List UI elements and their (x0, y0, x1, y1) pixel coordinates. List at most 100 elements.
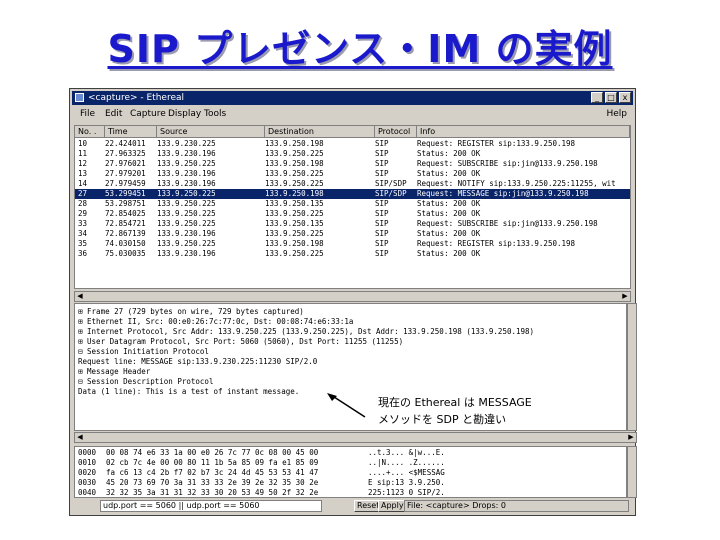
scroll-right-icon[interactable]: ▶ (626, 433, 636, 442)
scroll-right-icon[interactable]: ▶ (620, 292, 630, 301)
packet-row[interactable]: 36 75.030035 133.9.230.196 133.9.250.225 SIP… (75, 249, 630, 259)
menu-capture[interactable]: Capture (130, 106, 166, 122)
packet-cell-no: 27 (78, 189, 88, 198)
packet-cell-dst: 133.9.250.225 (265, 179, 324, 188)
hex-vscrollbar[interactable] (627, 446, 637, 498)
apply-button[interactable]: Apply (378, 500, 407, 512)
minimize-button[interactable]: _ (591, 92, 603, 103)
detail-tree-item[interactable]: Request line: MESSAGE sip:133.9.230.225:… (78, 357, 317, 367)
packet-list-scrollbar[interactable]: ◀ ▶ (74, 291, 631, 302)
packet-cell-proto: SIP (375, 229, 389, 238)
packet-cell-info: Request: REGISTER sip:133.9.250.198 (417, 239, 576, 248)
menu-tools[interactable]: Tools (204, 106, 226, 122)
packet-cell-src: 133.9.230.196 (157, 179, 216, 188)
packet-row[interactable]: 14 27.979459 133.9.230.196 133.9.250.225 SIP… (75, 179, 630, 189)
packet-cell-proto: SIP (375, 199, 389, 208)
detail-tree-item[interactable]: ⊞ Frame 27 (729 bytes on wire, 729 bytes… (78, 307, 304, 317)
packet-cell-src: 133.9.230.196 (157, 249, 216, 258)
packet-row[interactable]: 28 53.298751 133.9.250.225 133.9.250.135 SIP… (75, 199, 630, 209)
packet-cell-proto: SIP (375, 139, 389, 148)
packet-cell-src: 133.9.250.225 (157, 159, 216, 168)
status-text: File: <capture> Drops: 0 (404, 500, 629, 512)
menu-file[interactable]: File (80, 106, 95, 122)
packet-cell-src: 133.9.250.225 (157, 209, 216, 218)
packet-row[interactable]: 11 27.963325 133.9.230.196 133.9.250.225 SIP… (75, 149, 630, 159)
maximize-button[interactable]: □ (605, 92, 617, 103)
detail-tree-item[interactable]: ⊟ Session Description Protocol (78, 377, 213, 387)
detail-tree-item[interactable]: ⊞ User Datagram Protocol, Src Port: 5060… (78, 337, 403, 347)
packet-cell-time: 72.854025 (105, 209, 146, 218)
column-header-source[interactable]: Source (157, 126, 265, 138)
packet-cell-dst: 133.9.250.225 (265, 149, 324, 158)
detail-tree-item[interactable]: ⊟ Session Initiation Protocol (78, 347, 209, 357)
menu-edit[interactable]: Edit (105, 106, 122, 122)
detail-hscrollbar[interactable]: ◀ ▶ (74, 432, 637, 443)
packet-cell-info: Request: MESSAGE sip:jin@133.9.250.198 (417, 189, 589, 198)
app-icon (75, 93, 84, 102)
scroll-left-icon[interactable]: ◀ (75, 292, 85, 301)
packet-row[interactable]: 34 72.867139 133.9.230.196 133.9.250.225 SIP… (75, 229, 630, 239)
hex-dump-pane[interactable]: 0000 00 08 74 e6 33 1a 00 e0 26 7c 77 0c … (74, 446, 627, 498)
annotation-arrow-icon (327, 393, 366, 418)
hex-bytes: fa c6 13 c4 2b f7 02 b7 3c 24 4d 45 53 5… (106, 468, 319, 477)
packet-row[interactable]: 35 74.030150 133.9.250.225 133.9.250.198 SIP… (75, 239, 630, 249)
packet-cell-dst: 133.9.250.135 (265, 219, 324, 228)
packet-cell-time: 22.424011 (105, 139, 146, 148)
column-header-protocol[interactable]: Protocol (375, 126, 417, 138)
packet-row[interactable]: 12 27.976021 133.9.250.225 133.9.250.198 SIP… (75, 159, 630, 169)
packet-cell-src: 133.9.250.225 (157, 189, 216, 198)
packet-cell-dst: 133.9.250.198 (265, 189, 324, 198)
menu-bar: File Edit Capture Display Tools Help (72, 106, 633, 122)
packet-cell-time: 53.299451 (105, 189, 146, 198)
packet-row[interactable]: 29 72.854025 133.9.250.225 133.9.250.225 SIP… (75, 209, 630, 219)
packet-cell-info: Request: REGISTER sip:133.9.250.198 (417, 139, 576, 148)
hex-offset: 0040 (78, 488, 97, 497)
hex-bytes: 32 32 35 3a 31 31 32 33 30 20 53 49 50 2… (106, 488, 319, 497)
packet-cell-time: 72.867139 (105, 229, 146, 238)
window-titlebar[interactable]: <capture> - Ethereal _ □ x (72, 91, 633, 105)
packet-cell-src: 133.9.250.225 (157, 219, 216, 228)
hex-bytes: 45 20 73 69 70 3a 31 33 33 2e 39 2e 32 3… (106, 478, 319, 487)
packet-cell-time: 27.979201 (105, 169, 146, 178)
packet-cell-src: 133.9.230.196 (157, 149, 216, 158)
packet-cell-no: 29 (78, 209, 88, 218)
packet-row[interactable]: 27 53.299451 133.9.250.225 133.9.250.198 SIP… (75, 189, 630, 199)
packet-cell-dst: 133.9.250.135 (265, 199, 324, 208)
packet-cell-proto: SIP (375, 159, 389, 168)
detail-tree-item[interactable]: ⊞ Ethernet II, Src: 00:e0:26:7c:77:0c, D… (78, 317, 353, 327)
hex-ascii: ..|N.... .Z...... (368, 458, 445, 467)
display-filter-input[interactable]: udp.port == 5060 || udp.port == 5060 (100, 500, 322, 512)
detail-tree-item[interactable]: ⊞ Message Header (78, 367, 150, 377)
column-header-no[interactable]: No. . (75, 126, 105, 138)
packet-cell-info: Request: NOTIFY sip:133.9.250.225:11255,… (417, 179, 616, 188)
packet-cell-info: Request: SUBSCRIBE sip:jin@133.9.250.198 (417, 159, 598, 168)
packet-cell-no: 35 (78, 239, 88, 248)
column-header-destination[interactable]: Destination (265, 126, 375, 138)
hex-offset: 0030 (78, 478, 97, 487)
packet-cell-src: 133.9.230.196 (157, 169, 216, 178)
detail-tree-item[interactable]: Data (1 line): This is a test of instant… (78, 387, 299, 397)
packet-cell-no: 12 (78, 159, 88, 168)
packet-cell-time: 74.030150 (105, 239, 146, 248)
scroll-left-icon[interactable]: ◀ (75, 433, 85, 442)
detail-tree-item[interactable]: ⊞ Internet Protocol, Src Addr: 133.9.250… (78, 327, 534, 337)
column-header-time[interactable]: Time (105, 126, 157, 138)
menu-display[interactable]: Display (168, 106, 201, 122)
packet-cell-dst: 133.9.250.225 (265, 169, 324, 178)
hex-ascii: E sip:13 3.9.250. (368, 478, 445, 487)
menu-help[interactable]: Help (606, 106, 627, 122)
packet-row[interactable]: 33 72.854721 133.9.250.225 133.9.250.135 SIP… (75, 219, 630, 229)
column-header-info[interactable]: Info (417, 126, 630, 138)
packet-cell-info: Status: 200 OK (417, 229, 481, 238)
packet-list[interactable]: No. . Time Source Destination Protocol I… (74, 125, 631, 289)
detail-vscrollbar[interactable] (627, 303, 637, 431)
close-button[interactable]: x (619, 92, 631, 103)
packet-cell-info: Status: 200 OK (417, 149, 481, 158)
packet-cell-src: 133.9.250.225 (157, 199, 216, 208)
packet-cell-dst: 133.9.250.198 (265, 239, 324, 248)
packet-row[interactable]: 13 27.979201 133.9.230.196 133.9.250.225 SIP… (75, 169, 630, 179)
packet-cell-time: 27.979459 (105, 179, 146, 188)
packet-cell-dst: 133.9.250.225 (265, 229, 324, 238)
packet-row[interactable]: 10 22.424011 133.9.230.225 133.9.250.198 SIP… (75, 139, 630, 149)
packet-cell-info: Status: 200 OK (417, 169, 481, 178)
